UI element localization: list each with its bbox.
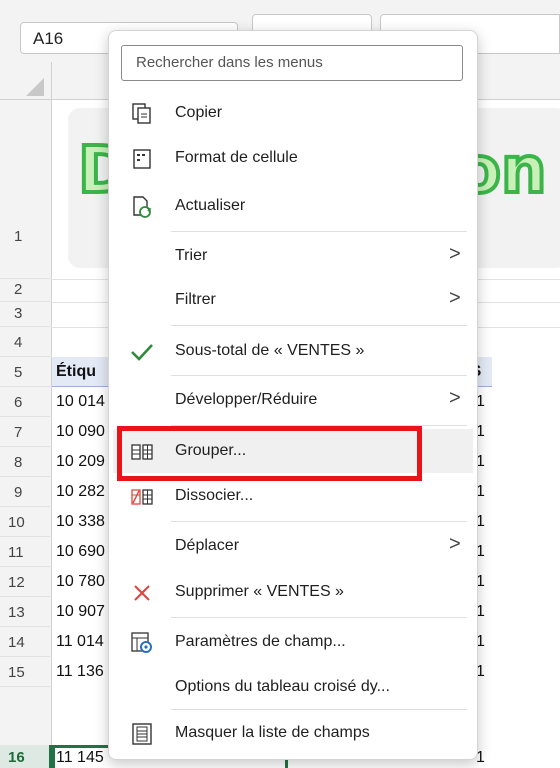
select-all-corner[interactable]	[0, 62, 52, 100]
menu-item-label: Sous-total de « VENTES »	[175, 342, 365, 359]
menu-item-label: Paramètres de champ...	[175, 633, 346, 650]
menu-item-label: Trier	[175, 247, 208, 264]
menu-item-sort[interactable]: Trier >	[113, 234, 473, 278]
table-row[interactable]: 10 209	[56, 453, 105, 471]
checkmark-icon	[129, 339, 155, 365]
menu-item-delete[interactable]: Supprimer « VENTES »	[113, 570, 473, 614]
menu-item-subtotal[interactable]: Sous-total de « VENTES »	[113, 329, 473, 373]
table-row[interactable]: 10 780	[56, 573, 105, 591]
row-headers: 1 2 3 4 5 6 7 8 9 10 11 12 13 14 15 16	[0, 100, 52, 768]
row-header[interactable]: 7	[0, 417, 52, 447]
menu-item-field-settings[interactable]: Paramètres de champ...	[113, 620, 473, 664]
submenu-arrow-icon: >	[449, 243, 461, 265]
table-row[interactable]: 10 338	[56, 513, 105, 531]
table-row[interactable]: 10 014	[56, 393, 105, 411]
menu-item-expand-collapse[interactable]: Développer/Réduire >	[113, 378, 473, 422]
submenu-arrow-icon: >	[449, 533, 461, 555]
annotation-highlight-box	[117, 426, 422, 481]
menu-item-label: Options du tableau croisé dy...	[175, 678, 390, 695]
copy-icon	[129, 101, 155, 127]
row-header[interactable]: 12	[0, 567, 52, 597]
menu-item-label: Dissocier...	[175, 487, 254, 504]
table-row[interactable]: 10 282	[56, 483, 105, 501]
table-row[interactable]: 11 014	[56, 633, 104, 651]
menu-item-refresh[interactable]: Actualiser	[113, 184, 473, 228]
row-header-active[interactable]: 16	[0, 745, 52, 768]
menu-item-label: Développer/Réduire	[175, 391, 318, 408]
menu-item-label: Filtrer	[175, 291, 216, 308]
field-settings-icon	[129, 630, 155, 656]
menu-search-input[interactable]: Rechercher dans les menus	[121, 45, 463, 81]
row-header[interactable]: 2	[0, 279, 52, 302]
ungroup-icon	[129, 484, 155, 510]
submenu-arrow-icon: >	[449, 387, 461, 409]
table-row[interactable]: 11 136	[56, 663, 104, 681]
submenu-arrow-icon: >	[449, 287, 461, 309]
menu-item-label: Actualiser	[175, 197, 246, 214]
row-header[interactable]: 9	[0, 477, 52, 507]
menu-item-label: Supprimer « VENTES »	[175, 583, 344, 600]
refresh-icon	[129, 194, 155, 220]
row-header[interactable]: 6	[0, 387, 52, 417]
menu-item-label: Déplacer	[175, 537, 240, 554]
table-row[interactable]: 10 690	[56, 543, 105, 561]
menu-item-hide-field-list[interactable]: Masquer la liste de champs	[113, 711, 473, 755]
table-row[interactable]: 10 090	[56, 423, 105, 441]
row-header[interactable]: 15	[0, 657, 52, 687]
menu-item-label: Masquer la liste de champs	[175, 724, 370, 741]
delete-x-icon	[129, 580, 155, 606]
pivot-header-label[interactable]: Étiqu	[56, 363, 96, 381]
menu-item-move[interactable]: Déplacer >	[113, 524, 473, 568]
row-header[interactable]: 8	[0, 447, 52, 477]
menu-item-filter[interactable]: Filtrer >	[113, 278, 473, 322]
menu-item-label: Format de cellule	[175, 149, 298, 166]
row-header[interactable]: 3	[0, 302, 52, 327]
row-header[interactable]: 11	[0, 537, 52, 567]
row-header[interactable]: 14	[0, 627, 52, 657]
row-header[interactable]: 13	[0, 597, 52, 627]
menu-item-pivot-options[interactable]: Options du tableau croisé dy...	[113, 665, 473, 709]
menu-item-copy[interactable]: Copier	[113, 91, 473, 135]
field-list-icon	[129, 721, 155, 747]
format-cells-icon	[129, 146, 155, 172]
row-header[interactable]: 1	[0, 100, 52, 279]
context-menu: Rechercher dans les menus Copier Format …	[108, 30, 478, 760]
table-row[interactable]: 10 907	[56, 603, 105, 621]
menu-item-label: Copier	[175, 104, 223, 121]
menu-item-format-cells[interactable]: Format de cellule	[113, 136, 473, 180]
row-header[interactable]: 4	[0, 327, 52, 357]
row-header[interactable]: 5	[0, 357, 52, 387]
row-header[interactable]: 10	[0, 507, 52, 537]
